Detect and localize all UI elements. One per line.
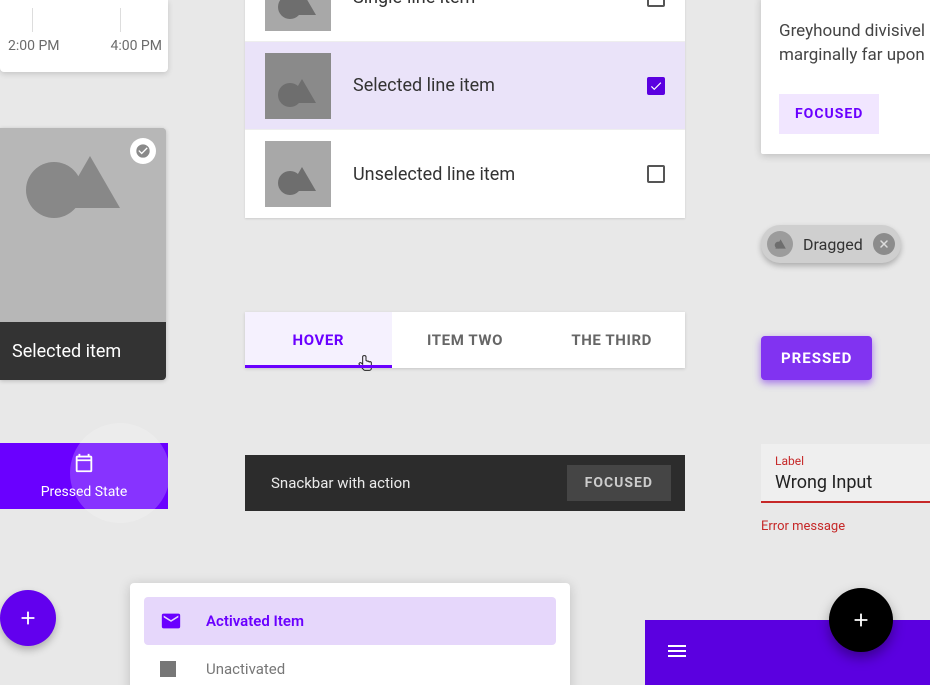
list-thumb-icon xyxy=(265,53,331,119)
drawer-item-activated[interactable]: Activated Item xyxy=(144,597,556,645)
nav-drawer: Activated Item Unactivated xyxy=(130,583,570,685)
square-icon xyxy=(160,661,184,677)
list-item[interactable]: Single-line item xyxy=(245,0,685,42)
textfield-value[interactable]: Wrong Input xyxy=(775,472,927,493)
textfield-error[interactable]: Label Wrong Input Error message xyxy=(761,444,930,534)
time-label: 4:00 PM xyxy=(110,38,162,54)
text-card: Greyhound divisivel marginally far upon … xyxy=(761,0,930,154)
fab-add-button[interactable] xyxy=(0,590,56,646)
checkbox[interactable] xyxy=(647,0,665,7)
calendar-icon xyxy=(73,452,95,478)
selectable-list: Single-line item Selected line item Unse… xyxy=(245,0,685,218)
chip-dragged[interactable]: Dragged xyxy=(761,225,901,263)
card-media xyxy=(0,128,166,322)
list-item-label: Single-line item xyxy=(353,0,647,8)
chip-remove-icon[interactable] xyxy=(873,233,895,255)
card-title-bar: Selected item xyxy=(0,322,166,380)
tab-label: ITEM TWO xyxy=(427,331,503,349)
fab-black-button[interactable] xyxy=(829,588,893,652)
timeline-card: 2:00 PM 4:00 PM xyxy=(0,0,168,72)
canvas: 2:00 PM 4:00 PM Selected item Single-lin… xyxy=(0,0,930,685)
checkbox[interactable] xyxy=(647,165,665,183)
tab-label: HOVER xyxy=(293,331,345,349)
pressed-button[interactable]: PRESSED xyxy=(761,336,872,380)
drawer-item-label: Activated Item xyxy=(206,612,304,630)
tab-label: THE THIRD xyxy=(571,331,652,349)
card-body-text: Greyhound divisivel marginally far upon xyxy=(779,20,927,68)
list-item-label: Unselected line item xyxy=(353,164,647,185)
snackbar: Snackbar with action FOCUSED xyxy=(245,455,685,511)
tab-hover[interactable]: HOVER xyxy=(245,312,392,368)
list-thumb-icon xyxy=(265,0,331,31)
textfield-label: Label xyxy=(775,454,927,468)
drawer-item-label: Unactivated xyxy=(206,660,285,678)
time-label: 2:00 PM xyxy=(8,38,60,54)
textfield-error-message: Error message xyxy=(761,519,930,534)
tab-the-third[interactable]: THE THIRD xyxy=(538,312,685,368)
selected-media-card[interactable]: Selected item xyxy=(0,128,166,380)
chip-label: Dragged xyxy=(803,235,863,254)
list-item-label: Selected line item xyxy=(353,75,647,96)
mail-icon xyxy=(160,610,184,632)
list-item[interactable]: Unselected line item xyxy=(245,130,685,218)
bottom-nav-pressed[interactable]: Pressed State xyxy=(0,443,168,509)
cursor-hand-icon xyxy=(358,354,374,376)
list-item[interactable]: Selected line item xyxy=(245,42,685,130)
tab-bar: HOVER ITEM TWO THE THIRD xyxy=(245,312,685,368)
focused-button[interactable]: FOCUSED xyxy=(779,94,879,134)
hamburger-menu-icon[interactable] xyxy=(665,639,689,667)
button-label: PRESSED xyxy=(781,349,852,367)
checkbox[interactable] xyxy=(647,77,665,95)
card-title: Selected item xyxy=(12,341,121,362)
snackbar-message: Snackbar with action xyxy=(271,474,567,492)
chip-avatar-icon xyxy=(767,231,793,257)
snackbar-action-button[interactable]: FOCUSED xyxy=(567,465,671,501)
check-badge-icon xyxy=(130,138,156,164)
drawer-item-unactivated[interactable]: Unactivated xyxy=(144,645,556,685)
tab-item-two[interactable]: ITEM TWO xyxy=(392,312,539,368)
list-thumb-icon xyxy=(265,141,331,207)
